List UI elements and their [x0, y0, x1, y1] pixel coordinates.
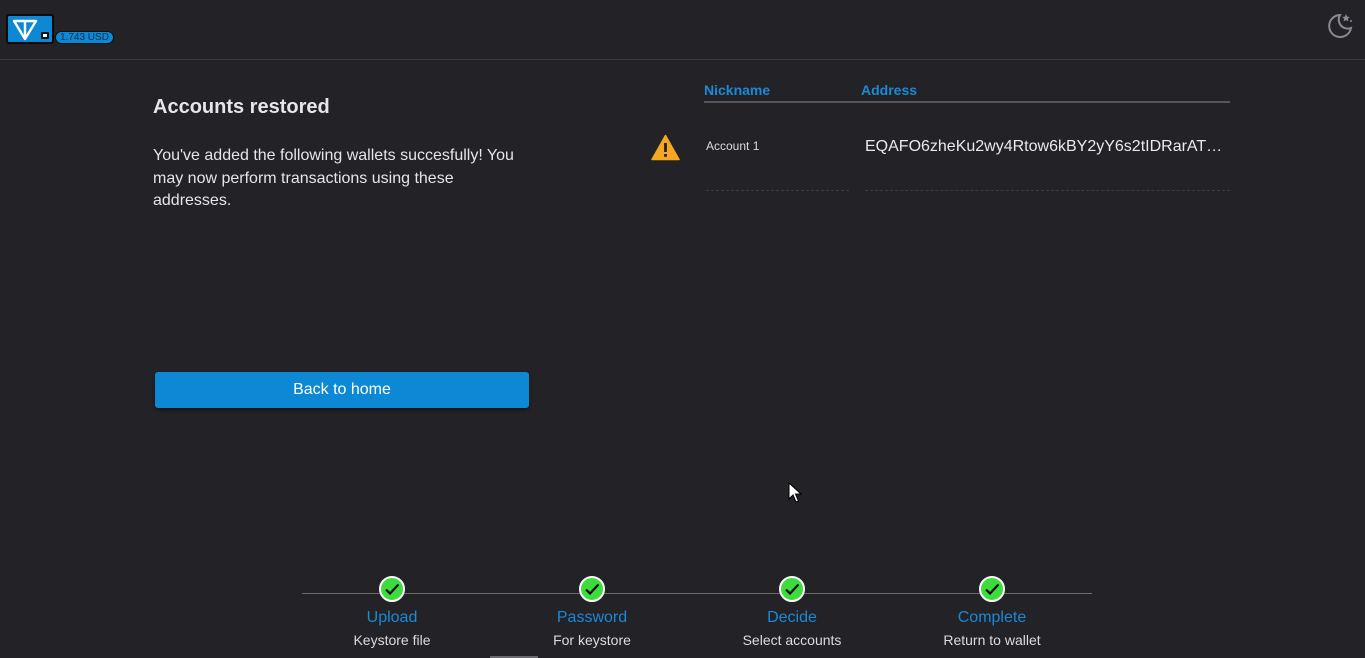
row-divider: [865, 190, 1230, 191]
price-badge: 1.743 USD: [55, 31, 114, 44]
check-circle-icon: [979, 576, 1005, 602]
step-complete: Complete Return to wallet: [902, 576, 1082, 648]
warning-icon[interactable]: [651, 134, 680, 161]
row-divider: [706, 190, 849, 191]
step-label: Upload: [366, 609, 418, 626]
step-label: Decide: [767, 609, 817, 626]
accounts-table-header: Nickname Address: [704, 82, 1230, 103]
account-nickname[interactable]: Account 1: [706, 139, 759, 153]
moon-stars-icon[interactable]: [1325, 11, 1355, 41]
step-sublabel: Keystore file: [353, 632, 431, 648]
step-password: Password For keystore: [502, 576, 682, 648]
page-title: Accounts restored: [153, 96, 330, 118]
mouse-cursor-icon: [788, 482, 802, 503]
step-sublabel: For keystore: [553, 632, 631, 648]
step-upload: Upload Keystore file: [302, 576, 482, 648]
step-decide: Decide Select accounts: [702, 576, 882, 648]
page-description: You've added the following wallets succe…: [153, 147, 514, 209]
check-circle-icon: [379, 576, 405, 602]
account-address[interactable]: EQAFO6zheKu2wy4Rtow6kBY2yY6s2tIDRarATW0…: [865, 138, 1230, 156]
step-sublabel: Select accounts: [742, 632, 842, 648]
column-header-address[interactable]: Address: [861, 82, 917, 98]
step-label: Password: [556, 609, 628, 626]
wallet-chip-icon: [41, 32, 49, 39]
step-sublabel: Return to wallet: [943, 632, 1041, 648]
ton-logo-icon[interactable]: [6, 14, 54, 44]
back-to-home-button[interactable]: Back to home: [155, 372, 529, 408]
check-circle-icon: [579, 576, 605, 602]
top-bar: 1.743 USD: [0, 0, 1365, 60]
step-label: Complete: [957, 609, 1027, 626]
column-header-nickname[interactable]: Nickname: [704, 82, 770, 98]
check-circle-icon: [779, 576, 805, 602]
